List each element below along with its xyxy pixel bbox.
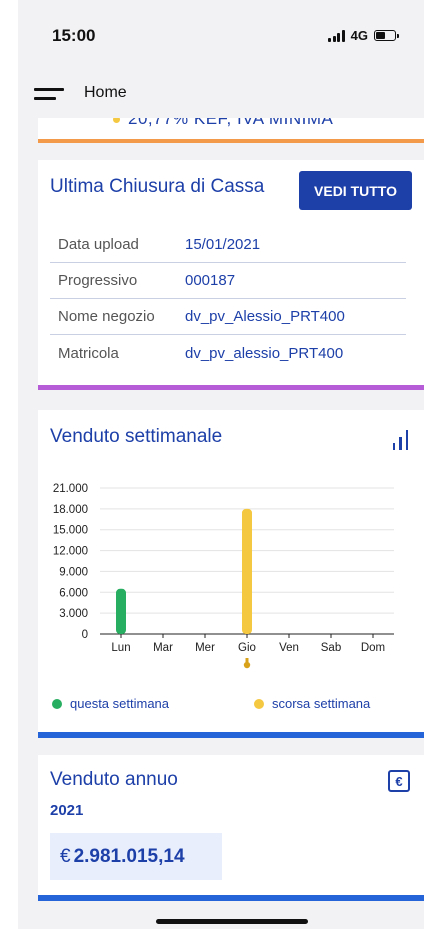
y-tick-label: 9.000 — [59, 566, 88, 578]
clipped-card: 20,77% KEF, IVA MINIMA — [38, 118, 424, 143]
y-tick-label: 21.000 — [53, 483, 88, 495]
info-label: Progressivo — [58, 272, 138, 289]
annual-sales-card: Venduto annuo € 2021 € 2.981.015,14 — [38, 755, 424, 901]
page-title: Home — [84, 84, 127, 101]
y-tick-label: 15.000 — [53, 525, 88, 537]
x-tick-label: Dom — [361, 642, 385, 654]
annual-year: 2021 — [50, 802, 84, 819]
closure-card: Ultima Chiusura di Cassa VEDI TUTTO Data… — [38, 160, 424, 390]
x-tick-label: Mar — [153, 642, 173, 654]
legend-item-last-week[interactable]: scorsa settimana — [254, 696, 370, 711]
info-value: 15/01/2021 — [185, 236, 261, 253]
medal-ribbon — [245, 658, 249, 662]
legend-dot-icon — [52, 698, 62, 709]
weekly-sales-card: Venduto settimanale 21.000 18.000 15.000 12… — [38, 410, 424, 738]
y-tick-label: 12.000 — [53, 546, 88, 558]
x-tick-label: Sab — [321, 642, 341, 654]
clipped-card-text: 20,77% KEF, IVA MINIMA — [128, 118, 334, 128]
medal-icon — [243, 661, 251, 669]
y-tick-label: 3.000 — [59, 608, 88, 620]
currency-symbol: € — [60, 845, 71, 867]
x-tick-label: Gio — [238, 642, 256, 654]
menu-icon[interactable] — [34, 84, 64, 104]
x-tick-label: Mer — [195, 642, 215, 654]
status-bar: 15:00 4G — [18, 0, 424, 72]
view-all-button[interactable]: VEDI TUTTO — [299, 171, 412, 210]
info-label: Matricola — [58, 344, 119, 362]
legend-label: questa settimana — [70, 696, 170, 711]
weekly-card-title: Venduto settimanale — [50, 426, 223, 447]
x-tick-label: Lun — [111, 642, 130, 654]
closure-info-table: Data upload 15/01/2021 Progressivo 00018… — [50, 227, 406, 371]
y-tick-label: 6.000 — [59, 587, 88, 599]
info-value: dv_pv_alessio_PRT400 — [185, 344, 344, 362]
x-tick-label: Ven — [279, 642, 299, 654]
navbar: Home — [18, 72, 424, 118]
closure-card-title: Ultima Chiusura di Cassa — [50, 176, 265, 197]
chart-bar — [116, 588, 126, 634]
annual-amount-box: € 2.981.015,14 — [50, 833, 222, 880]
legend-item-this-week[interactable]: questa settimana — [52, 696, 169, 711]
status-indicators: 4G — [328, 28, 399, 43]
euro-icon[interactable]: € — [388, 770, 410, 792]
legend-dot-icon — [254, 698, 264, 709]
signal-icon — [328, 29, 345, 42]
annual-amount: 2.981.015,14 — [73, 845, 185, 867]
chart-bar — [242, 508, 252, 634]
weekly-sales-chart: 21.000 18.000 15.000 12.000 9.000 6.000 3.000 0… — [53, 483, 394, 669]
bar-chart-icon[interactable] — [392, 430, 408, 450]
bullet-dot-icon — [113, 118, 120, 123]
legend-label: scorsa settimana — [272, 696, 371, 711]
info-label: Data upload — [58, 236, 139, 253]
info-value: 000187 — [185, 272, 236, 289]
annual-card-title: Venduto annuo — [50, 769, 178, 790]
y-tick-label: 18.000 — [53, 504, 88, 516]
battery-icon — [374, 30, 399, 41]
home-indicator[interactable] — [156, 919, 308, 924]
info-row: Progressivo 000187 — [50, 263, 406, 299]
status-time: 15:00 — [52, 26, 96, 45]
info-value: dv_pv_Alessio_PRT400 — [185, 308, 345, 325]
info-label: Nome negozio — [58, 308, 155, 325]
info-row: Matricola dv_pv_alessio_PRT400 — [50, 335, 406, 371]
y-tick-label: 0 — [82, 629, 88, 641]
network-label: 4G — [350, 28, 368, 43]
info-row: Nome negozio dv_pv_Alessio_PRT400 — [50, 299, 406, 335]
info-row: Data upload 15/01/2021 — [50, 227, 406, 263]
